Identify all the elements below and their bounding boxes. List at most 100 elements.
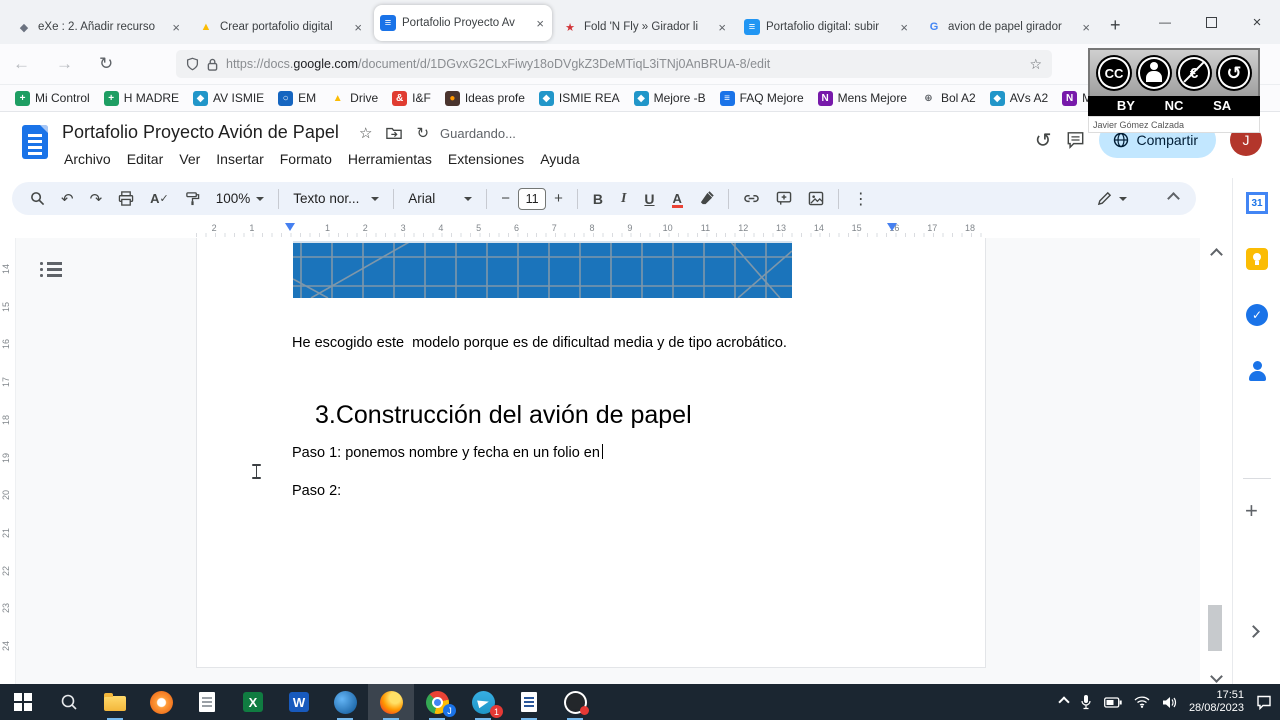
google-keep-icon[interactable] [1246,248,1268,270]
notepad-icon[interactable] [184,684,230,720]
insert-link-icon[interactable] [735,191,768,206]
tab-close-icon[interactable]: × [170,20,182,35]
firefox-icon[interactable] [368,684,414,720]
bookmark-item[interactable]: & I&F [392,91,431,106]
libreoffice-writer-icon[interactable] [506,684,552,720]
browser-tab[interactable]: ★ Fold 'N Fly » Girador li × [556,10,734,44]
bookmark-item[interactable]: ◆ AV ISMIE [193,91,264,106]
get-addons-button[interactable]: + [1245,498,1258,524]
font-size-input[interactable]: 11 [518,188,546,210]
document-page[interactable]: He escogido este modelo porque es de dif… [196,238,986,668]
chrome-icon[interactable]: J [414,684,460,720]
word-icon[interactable]: W [276,684,322,720]
bookmark-item[interactable]: ◆ ISMIE REA [539,91,620,106]
undo-icon[interactable]: ↶ [53,190,82,208]
hide-side-panel-icon[interactable] [1249,623,1258,641]
bookmark-item[interactable]: ≡ FAQ Mejore [720,91,804,106]
browser-tab[interactable]: G avion de papel girador × [920,10,1098,44]
obs-icon[interactable] [552,684,598,720]
url-text[interactable]: https://docs.google.com/document/d/1DGvx… [226,57,770,71]
menu-item[interactable]: Ver [171,148,208,170]
start-button[interactable] [0,684,46,720]
increase-font-size-button[interactable]: + [546,190,571,207]
document-outline-icon[interactable] [40,262,62,282]
paint-format-icon[interactable] [177,191,208,206]
search-menus-icon[interactable] [22,191,53,206]
bookmark-item[interactable]: N Mens Mejore [818,91,907,106]
bookmark-item[interactable]: + H MADRE [104,91,179,106]
browser-orange-icon[interactable] [138,684,184,720]
tab-close-icon[interactable]: × [716,20,728,35]
taskbar-search-icon[interactable] [46,684,92,720]
url-bar[interactable]: https://docs.google.com/document/d/1DGvx… [176,50,1052,78]
browser-tab[interactable]: ◆ eXe : 2. Añadir recurso × [10,10,188,44]
tab-close-icon[interactable]: × [1080,20,1092,35]
bookmark-item[interactable]: ◆ Mejore -B [634,91,706,106]
forward-button[interactable]: → [43,54,86,74]
move-to-folder-icon[interactable] [386,126,402,140]
scrollbar-thumb[interactable] [1208,605,1222,651]
bookmark-item[interactable]: ○ EM [278,91,316,106]
hidden-icons-chevron[interactable] [1058,696,1069,707]
zoom-select[interactable]: 100% [208,191,273,206]
thunderbird-icon[interactable] [322,684,368,720]
google-calendar-icon[interactable]: 31 [1246,192,1268,214]
tab-close-icon[interactable]: × [352,20,364,35]
microphone-icon[interactable] [1080,694,1092,710]
google-tasks-icon[interactable]: ✓ [1246,304,1268,326]
paragraph-text[interactable]: He escogido este modelo porque es de dif… [292,335,787,351]
file-explorer-icon[interactable] [92,684,138,720]
back-button[interactable]: ← [0,54,43,74]
menu-item[interactable]: Extensiones [440,148,532,170]
sync-status-icon[interactable]: ↻ [416,124,429,142]
window-restore-button[interactable] [1188,0,1234,44]
decrease-font-size-button[interactable]: − [493,190,518,207]
window-close-button[interactable]: × [1234,0,1280,44]
highlight-color-icon[interactable] [691,191,722,206]
star-document-icon[interactable]: ☆ [359,124,372,142]
browser-tab[interactable]: ≡ Portafolio Proyecto Av × [374,5,552,41]
telegram-icon[interactable]: 1 [460,684,506,720]
bookmark-item[interactable]: ⊕ Bol A2 [921,91,976,106]
menu-item[interactable]: Editar [119,148,172,170]
text-color-button[interactable]: A [664,191,691,206]
italic-button[interactable]: I [612,191,635,207]
lock-icon[interactable] [207,58,218,71]
tab-close-icon[interactable]: × [898,20,910,35]
speaker-icon[interactable] [1162,696,1177,709]
wifi-icon[interactable] [1134,696,1150,708]
browser-tab[interactable]: ≡ Portafolio digital: subir × [738,10,916,44]
underline-button[interactable]: U [635,191,663,207]
font-family-select[interactable]: Arial [400,191,480,206]
version-history-icon[interactable]: ↺ [1035,128,1052,153]
hide-menus-button[interactable] [1161,194,1186,203]
bookmark-item[interactable]: ● Ideas profe [445,91,525,106]
right-indent-marker[interactable] [887,223,897,231]
shield-icon[interactable] [186,57,199,71]
tab-close-icon[interactable]: × [534,16,546,31]
bookmark-item[interactable]: + Mi Control [15,91,90,106]
google-maps-icon[interactable] [1246,416,1268,438]
comments-icon[interactable] [1066,131,1085,149]
step1-text[interactable]: Paso 1: ponemos nombre y fecha en un fol… [292,444,603,461]
section-heading[interactable]: 3.Construcción del avión de papel [315,401,692,430]
paragraph-style-select[interactable]: Texto nor... [285,191,387,206]
editing-mode-button[interactable] [1089,191,1135,206]
menu-item[interactable]: Formato [272,148,340,170]
excel-icon[interactable]: X [230,684,276,720]
window-minimize-button[interactable]: — [1142,0,1188,44]
notification-center-icon[interactable] [1256,695,1272,710]
bookmark-item[interactable]: ◆ AVs A2 [990,91,1048,106]
scroll-up-icon[interactable] [1212,246,1221,264]
redo-icon[interactable]: ↷ [82,190,111,208]
reload-button[interactable]: ↻ [86,54,126,74]
bookmark-star-icon[interactable]: ☆ [1029,56,1042,73]
print-icon[interactable] [110,191,142,206]
bold-button[interactable]: B [584,191,612,207]
menu-item[interactable]: Archivo [56,148,119,170]
add-comment-icon[interactable] [768,191,800,206]
cutting-mat-image[interactable] [293,241,792,298]
menu-item[interactable]: Ayuda [532,148,587,170]
google-docs-icon[interactable] [22,125,48,159]
spellcheck-icon[interactable]: A✓ [142,191,177,206]
